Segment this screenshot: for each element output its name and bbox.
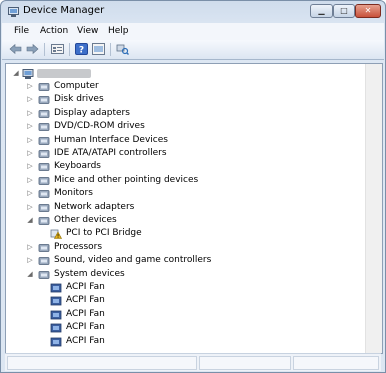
status-cell [293,356,379,370]
category-icon [38,95,50,105]
svg-text:?: ? [79,46,84,56]
tree-item-label: ACPI Fan [66,308,105,319]
toolbar-separator [44,43,45,56]
tree-item-label: Disk drives [54,94,104,105]
expand-arrow-icon[interactable]: ▷ [26,241,34,254]
close-icon: ✕ [364,6,372,15]
expand-arrow-icon[interactable]: ▷ [26,107,34,120]
tree-item-label: Sound, video and game controllers [54,255,212,266]
maximize-icon: □ [340,6,348,15]
expand-arrow-icon[interactable]: ▷ [26,174,34,187]
minimize-icon: ▁ [318,6,325,15]
vertical-scrollbar[interactable] [365,64,382,353]
title-bar[interactable]: Device Manager ▁ □ ✕ [1,1,385,23]
status-cell [199,356,291,370]
status-cell [7,356,197,370]
toolbar-separator [69,43,70,56]
expand-arrow-icon[interactable]: ▷ [26,201,34,214]
blurred-computer-name [37,69,91,78]
forward-arrow-icon[interactable] [26,43,39,55]
category-icon [38,176,50,186]
tree-item-label: ACPI Fan [66,282,105,292]
category-icon [38,162,50,172]
tree-item-label: Display adapters [54,107,130,118]
tree-item-label: Human Interface Devices [54,134,168,145]
status-bar [5,353,381,371]
category-icon [38,216,50,226]
category-icon [38,149,50,159]
expand-arrow-icon[interactable]: ▷ [26,134,34,147]
device-icon [50,310,62,320]
tree-item-label: ACPI Fan [66,335,105,346]
tree-item-label: PCI to PCI Bridge [66,228,142,239]
device-icon [50,296,62,306]
expand-arrow-icon[interactable]: ▷ [26,254,34,267]
window-title: Device Manager [23,5,105,16]
category-icon [38,82,50,92]
menu-action[interactable]: Action [40,26,68,36]
category-icon [38,256,50,266]
category-icon [38,243,50,253]
computer-icon [22,69,34,79]
device-icon [50,283,62,293]
maximize-button[interactable]: □ [333,4,355,18]
properties-icon[interactable] [51,43,64,55]
minimize-button[interactable]: ▁ [310,4,333,18]
menu-view[interactable]: View [77,26,98,36]
category-icon [38,109,50,119]
tree-item-label: ACPI Fan [66,295,105,306]
tree-item-label: DVD/CD-ROM drives [54,121,145,132]
category-icon [38,270,50,280]
back-arrow-icon[interactable] [9,43,22,55]
collapse-arrow-icon[interactable]: ◢ [26,214,34,227]
menu-file[interactable]: File [14,26,29,36]
category-icon [38,136,50,146]
scan-hardware-icon[interactable] [116,43,129,55]
expand-arrow-icon[interactable]: ▷ [26,93,34,106]
device-manager-icon [8,7,19,17]
expand-arrow-icon[interactable]: ▷ [26,120,34,133]
menu-help[interactable]: Help [108,26,129,36]
close-button[interactable]: ✕ [355,4,381,18]
collapse-arrow-icon[interactable]: ◢ [26,268,34,281]
category-icon [38,189,50,199]
expand-arrow-icon[interactable]: ▷ [26,160,34,173]
device-tree[interactable]: ◢ ▷ Computer ▷ Disk drives ▷ Display adapters… [5,63,383,354]
tree-item-label: Keyboards [54,161,101,172]
tree-item-label: Processors [54,241,103,252]
menu-bar: File Action View Help [2,23,384,40]
show-icon[interactable] [92,43,105,55]
device-icon [50,337,62,347]
tree-item-label: Computer [54,81,99,91]
toolbar: ? [2,40,384,60]
expand-arrow-icon[interactable]: ▷ [26,80,34,93]
expand-arrow-icon[interactable]: ▷ [26,147,34,160]
tree-item-label: Mice and other pointing devices [54,174,199,185]
warning-device-icon [50,229,63,240]
device-icon [50,323,62,333]
tree-item-label: Monitors [54,188,93,199]
toolbar-separator [110,43,111,56]
tree-item-label: Network adapters [54,201,135,212]
collapse-arrow-icon[interactable]: ◢ [12,67,20,80]
help-icon[interactable]: ? [75,43,88,55]
expand-arrow-icon[interactable]: ▷ [26,187,34,200]
tree-item-label: Other devices [54,215,117,225]
tree-item-label: System devices [54,268,125,279]
category-icon [38,203,50,213]
device-manager-window: Device Manager ▁ □ ✕ File Action View He… [0,0,386,373]
tree-item-label: ACPI Fan [66,322,105,333]
category-icon [38,122,50,132]
tree-item-label: IDE ATA/ATAPI controllers [54,148,167,158]
